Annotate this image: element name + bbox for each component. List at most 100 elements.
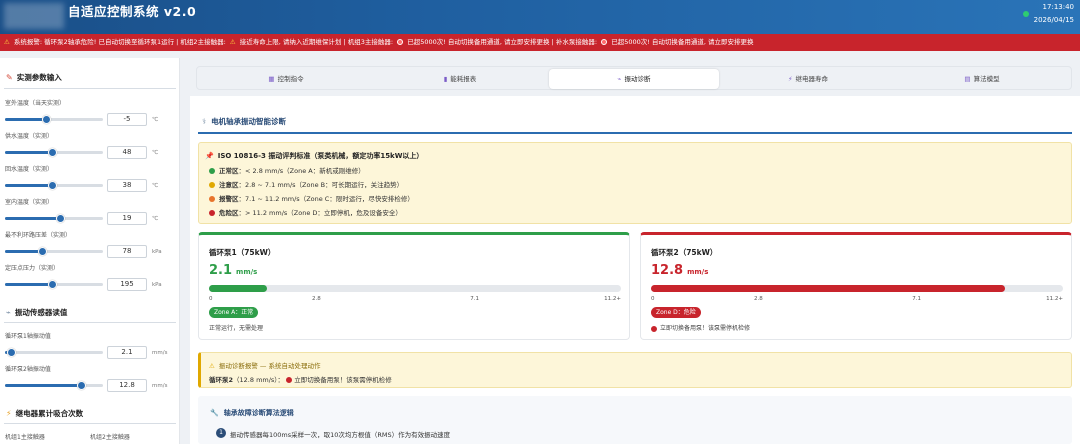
page-title: ⚕ 电机轴承振动智能诊断 — [202, 117, 287, 126]
param-slider[interactable] — [5, 247, 103, 256]
pump-note: 立即切换备用泵！该泵需停机检修 — [651, 323, 750, 332]
pump-note-text: 正常运行，无需处理 — [209, 325, 264, 332]
tab-label: 振动诊断 — [624, 75, 651, 83]
slider-knob[interactable] — [55, 214, 65, 223]
value-input[interactable]: 48 — [107, 146, 147, 159]
slider-knob[interactable] — [38, 247, 48, 256]
tick-label: 7.1 — [470, 296, 479, 302]
zone-desc: 7.1 ~ 11.2 mm/s（Zone C：限时运行，尽快安排检修） — [245, 195, 414, 203]
param-label: 室外温度（当天实测） — [5, 100, 66, 107]
iso-zone-row: 报警区：7.1 ~ 11.2 mm/s（Zone C：限时运行，尽快安排检修） — [209, 193, 414, 203]
alarm-segment: 已超5000次! 自动切换备用通道, 请立即安排更换 — [611, 38, 754, 46]
vibration-alarm-box: ⚠ 振动诊断报警 — 系统自动处理动作 循环泵2（12.8 mm/s）： 立即切换… — [198, 352, 1072, 388]
section-title-relay: ⚡ 继电器累计吸合次数 — [6, 409, 84, 418]
pump-card: 循环泵2（75kW） 12.8 mm/s 0 2.8 7.1 11.2+ Zone D：危险立… — [640, 232, 1072, 340]
slider-knob[interactable] — [77, 381, 87, 390]
alarm-segment: 系统报警: 循环泵2轴承危险! 已自动切换至循环泵1运行 | 机组2主接触器: — [13, 38, 226, 46]
grid-icon: ▦ — [268, 75, 275, 83]
param-label: 循环泵1轴振动值 — [5, 333, 51, 340]
zone-dot-icon — [209, 182, 215, 188]
unit-label: kPa — [152, 282, 162, 288]
tab-bar: ▦ 控制指令 ▮ 能耗报表 ⌁ 振动诊断 ⚡ 继电器寿命 ▤ 算法模型 — [196, 66, 1072, 90]
pin-icon: 📌 — [205, 152, 214, 160]
slider-fill — [5, 217, 60, 220]
stop-icon — [286, 377, 293, 383]
tick-label: 2.8 — [754, 296, 763, 302]
unit-label: ℃ — [152, 150, 159, 156]
value-input[interactable]: 2.1 — [107, 346, 147, 359]
unit-label: kPa — [152, 249, 162, 255]
slider-fill — [5, 384, 82, 387]
slider-knob[interactable] — [42, 115, 52, 124]
iso-zone-row: 正常区：< 2.8 mm/s（Zone A：新机或刚维修） — [209, 165, 365, 175]
vibration-value: 12.8 mm/s — [651, 263, 708, 278]
vibration-bar-fill — [209, 285, 267, 292]
value-input[interactable]: 78 — [107, 245, 147, 258]
vibration-bar-fill — [651, 285, 1006, 292]
tick-label: 7.1 — [912, 296, 921, 302]
tab-0[interactable]: ▦ 控制指令 — [201, 69, 371, 89]
value-input[interactable]: 19 — [107, 212, 147, 225]
param-label: 供水温度（实测） — [5, 133, 54, 140]
section-title-measured: ✎ 实测参数输入 — [6, 73, 62, 82]
iso-standard-box: 📌 ISO 10816-3 振动评判标准（泵类机械，额定功率15kW以上） 正常区… — [198, 142, 1072, 224]
divider — [4, 423, 176, 424]
clock-time: 17:13:40 — [1042, 3, 1074, 11]
slider-knob[interactable] — [48, 280, 58, 289]
tab-2[interactable]: ⌁ 振动诊断 — [549, 69, 719, 89]
stop-icon — [601, 39, 608, 45]
wrench-icon: 🔧 — [210, 409, 219, 417]
alarm-detail: （12.8 mm/s）： — [233, 376, 285, 384]
tick-label: 11.2+ — [604, 296, 621, 302]
zone-name: 注意区 — [219, 181, 239, 189]
bolt-icon: ⚡ — [6, 409, 12, 418]
tab-3[interactable]: ⚡ 继电器寿命 — [723, 69, 893, 89]
value-input[interactable]: -5 — [107, 113, 147, 126]
iso-title: 📌 ISO 10816-3 振动评判标准（泵类机械，额定功率15kW以上） — [205, 152, 424, 160]
tab-label: 算法模型 — [973, 75, 1000, 83]
zone-name: 报警区 — [219, 195, 239, 203]
value-input[interactable]: 195 — [107, 278, 147, 291]
vibration-icon: ⌁ — [617, 75, 622, 83]
tab-4[interactable]: ▤ 算法模型 — [897, 69, 1067, 89]
pump-card: 循环泵1（75kW） 2.1 mm/s 0 2.8 7.1 11.2+ Zone A：正常 正常… — [198, 232, 630, 340]
alarm-pump-name: 循环泵2 — [209, 376, 234, 384]
tab-label: 继电器寿命 — [795, 75, 829, 83]
diagnosis-content: ⚕ 电机轴承振动智能诊断 📌 ISO 10816-3 振动评判标准（泵类机械，额定功… — [190, 96, 1080, 444]
relay-label: 机组1主接触器 — [5, 434, 45, 441]
divider — [4, 88, 176, 89]
app-title: 自适应控制系统 v2.0 — [68, 4, 197, 19]
value-input[interactable]: 38 — [107, 179, 147, 192]
zone-name: 危险区 — [219, 209, 239, 217]
step-text: 振动传感器每100ms采样一次，取10次均方根值（RMS）作为有效振动速度 — [230, 431, 451, 439]
algorithm-title: 🔧 轴承故障诊断算法逻辑 — [210, 409, 294, 417]
slider-knob[interactable] — [6, 348, 16, 357]
param-slider[interactable] — [5, 280, 103, 289]
vibration-bar — [209, 285, 621, 292]
param-slider[interactable] — [5, 181, 103, 190]
tab-1[interactable]: ▮ 能耗报表 — [375, 69, 545, 89]
vibration-slider[interactable] — [5, 381, 103, 390]
slider-knob[interactable] — [48, 181, 58, 190]
zone-desc: > 11.2 mm/s（Zone D：立即停机，危及设备安全） — [245, 209, 402, 217]
param-slider[interactable] — [5, 148, 103, 157]
tab-label: 控制指令 — [277, 75, 304, 83]
param-slider[interactable] — [5, 214, 103, 223]
value-number: 2.1 — [209, 263, 233, 278]
zone-dot-icon — [209, 168, 215, 174]
zone-badge: Zone D：危险 — [651, 307, 701, 318]
value-input[interactable]: 12.8 — [107, 379, 147, 392]
vibration-slider[interactable] — [5, 348, 103, 357]
slider-knob[interactable] — [48, 148, 58, 157]
bar-chart-icon: ▮ — [443, 75, 448, 83]
value-number: 12.8 — [651, 263, 684, 278]
stop-icon — [651, 325, 657, 332]
alarm-segment: 接近寿命上限, 请纳入近期维保计划 | 机组3主接触器: — [239, 38, 394, 46]
app-logo — [4, 3, 64, 29]
param-slider[interactable] — [5, 115, 103, 124]
alarm-ticker: ⚠ 系统报警: 循环泵2轴承危险! 已自动切换至循环泵1运行 | 机组2主接触器… — [0, 34, 1080, 51]
warning-icon: ⚠ — [209, 362, 215, 370]
iso-zone-row: 注意区：2.8 ~ 7.1 mm/s（Zone B：可长期运行，关注趋势） — [209, 179, 403, 189]
tick-label: 2.8 — [312, 296, 321, 302]
zone-badge: Zone A：正常 — [209, 307, 259, 318]
